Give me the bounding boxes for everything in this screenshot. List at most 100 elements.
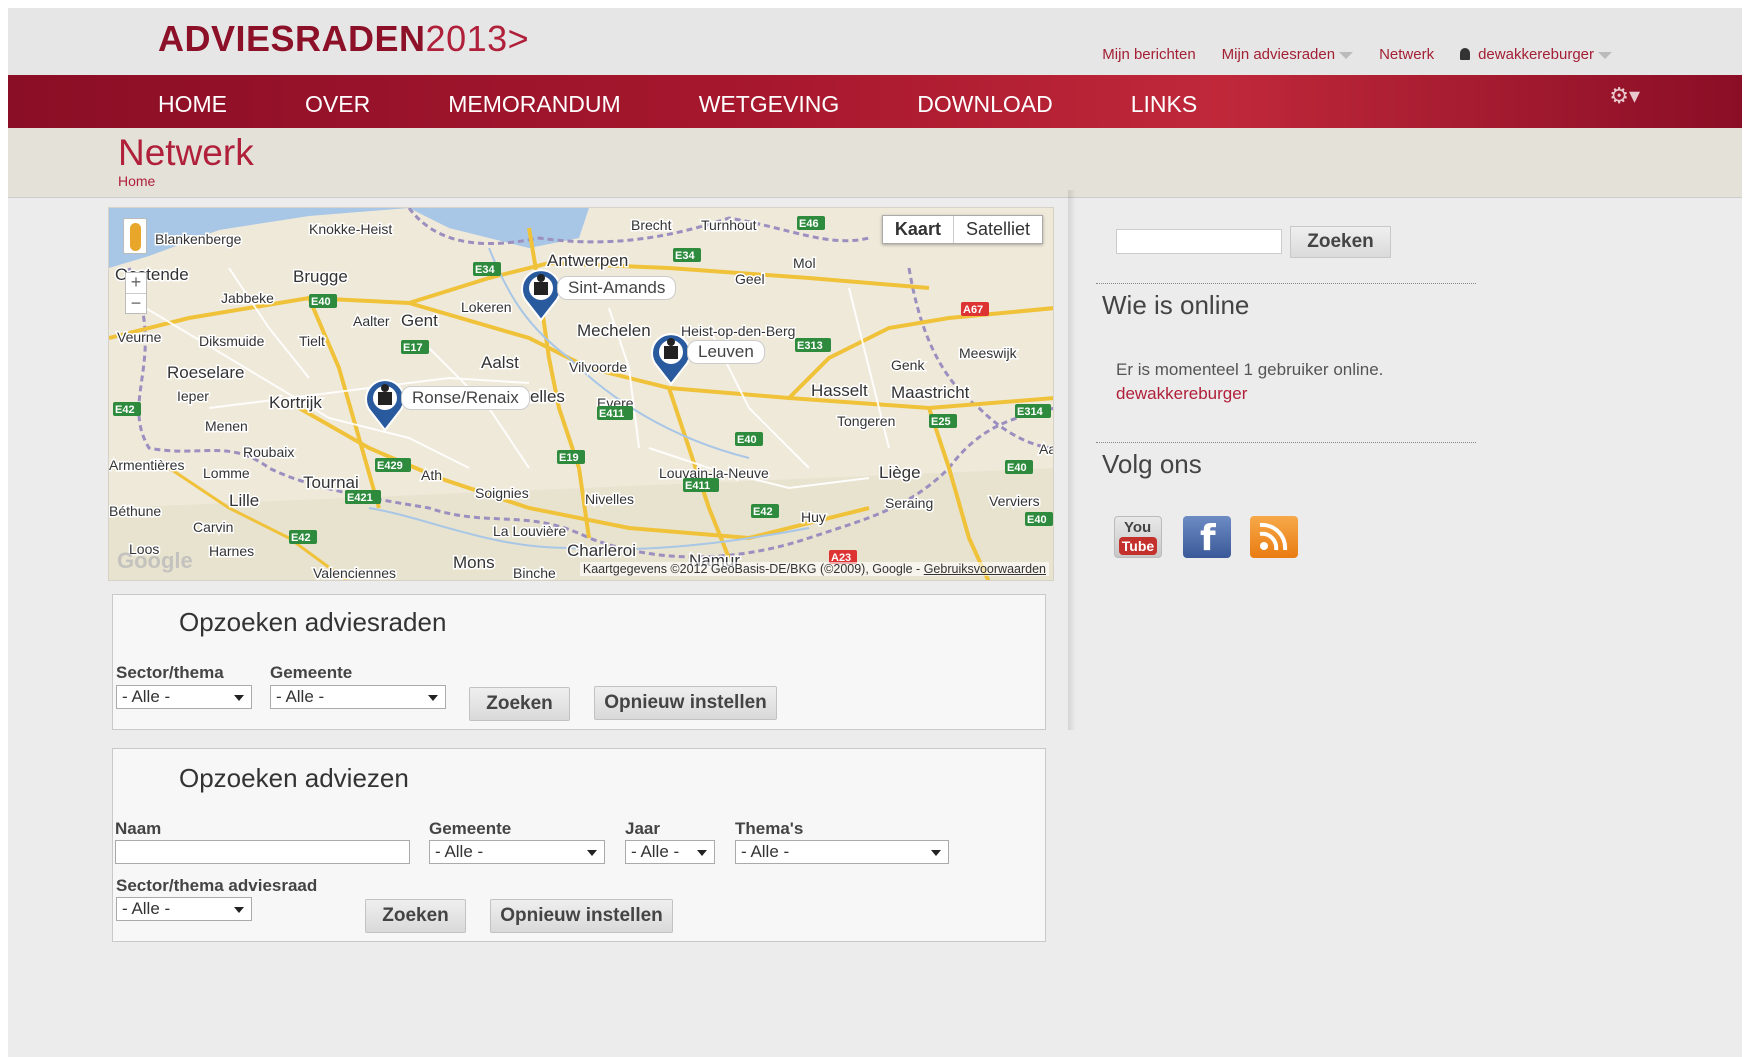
logo-main: ADVIESRADEN [158, 18, 426, 59]
pegman-icon[interactable] [123, 218, 147, 254]
map-place-label: Lille [229, 491, 259, 510]
sidebar-divider [1096, 283, 1476, 284]
site-logo[interactable]: ADVIESRADEN2013> [158, 18, 529, 60]
road-shield: E46 [797, 216, 825, 230]
map-place-label: Harnes [209, 543, 254, 559]
facebook-icon[interactable]: f [1183, 516, 1231, 559]
map-place-label: Veurne [117, 329, 162, 345]
facebook-icon-glyph: f [1200, 518, 1216, 559]
road-shield: E411 [597, 406, 633, 420]
sidebar-search-button[interactable]: Zoeken [1290, 226, 1391, 258]
map-copyright-text: Kaartgegevens ©2012 GeoBasis-DE/BKG (©20… [582, 562, 924, 576]
link-network[interactable]: Netwerk [1379, 46, 1434, 63]
sector-select[interactable]: - Alle - [116, 685, 252, 709]
road-shield: E313 [795, 338, 831, 352]
road-shield: E25 [929, 414, 957, 428]
user-menu-label: dewakkereburger [1478, 46, 1594, 63]
nav-over[interactable]: OVER [305, 91, 370, 118]
municipality-select-value: - Alle - [276, 687, 325, 706]
map-place-label: Hasselt [811, 381, 868, 400]
nav-home[interactable]: HOME [158, 91, 227, 118]
svg-text:E411: E411 [599, 408, 624, 420]
who-is-online-title: Wie is online [1102, 290, 1250, 320]
svg-text:E42: E42 [115, 404, 135, 416]
sidebar-search-input[interactable] [1116, 229, 1282, 254]
reset-councils-button[interactable]: Opnieuw instellen [594, 686, 777, 720]
map-marker-label: Leuven [687, 340, 765, 364]
svg-text:E17: E17 [403, 342, 423, 354]
svg-text:E46: E46 [799, 218, 819, 230]
sector-select-value: - Alle - [122, 687, 171, 706]
user-icon [1460, 48, 1471, 60]
map[interactable]: Blankenberge Knokke-Heist Brecht Turnhout Oo… [108, 207, 1054, 581]
reset-advice-button[interactable]: Opnieuw instellen [490, 899, 673, 933]
chevron-down-icon [1598, 51, 1612, 59]
map-place-label: Roubaix [243, 444, 294, 460]
search-advice-button[interactable]: Zoeken [365, 899, 466, 933]
link-my-councils[interactable]: Mijn adviesraden [1222, 46, 1354, 63]
map-type-kaart[interactable]: Kaart [883, 216, 954, 243]
breadcrumb[interactable]: Home [118, 173, 155, 189]
nav-wetgeving[interactable]: WETGEVING [699, 91, 840, 118]
svg-text:E25: E25 [931, 416, 951, 428]
svg-text:E40: E40 [1007, 462, 1027, 474]
gear-icon[interactable]: ⚙▾ [1609, 83, 1640, 109]
road-shield: E411 [683, 478, 719, 492]
zoom-in-button[interactable]: + [126, 273, 146, 293]
map-place-label: Vilvoorde [569, 359, 627, 375]
search-councils-button[interactable]: Zoeken [469, 687, 570, 721]
svg-text:E19: E19 [559, 452, 579, 464]
chevron-down-icon [234, 695, 244, 701]
user-links: Mijn berichten Mijn adviesraden Netwerk … [1102, 46, 1612, 63]
map-place-label: Armentières [109, 457, 184, 473]
map-pin-icon [651, 333, 691, 386]
themes-select-value: - Alle - [741, 842, 790, 861]
youtube-icon[interactable]: You Tube [1114, 516, 1162, 558]
map-place-label: Mechelen [577, 321, 651, 340]
link-my-messages[interactable]: Mijn berichten [1102, 46, 1195, 63]
name-input[interactable] [115, 840, 410, 864]
themes-select[interactable]: - Alle - [735, 840, 949, 864]
online-user-link[interactable]: dewakkereburger [1116, 384, 1247, 404]
advice-sector-value: - Alle - [122, 899, 171, 918]
map-marker-label: Ronse/Renaix [401, 386, 530, 410]
road-shield: E42 [113, 402, 141, 416]
nav-memorandum[interactable]: MEMORANDUM [448, 91, 621, 118]
road-shield: E314 [1015, 404, 1051, 418]
map-place-label: Soignies [475, 485, 529, 501]
municipality-select[interactable]: - Alle - [270, 685, 446, 709]
map-pin-icon [521, 269, 561, 322]
google-logo: Google [117, 548, 193, 573]
advice-municipality-select[interactable]: - Alle - [429, 840, 605, 864]
svg-text:E40: E40 [311, 296, 331, 308]
road-shield: E42 [751, 504, 779, 518]
rss-icon[interactable] [1250, 516, 1298, 558]
map-marker-label: Sint-Amands [557, 276, 677, 300]
map-place-label: Carvin [193, 519, 233, 535]
map-pin-icon [365, 379, 405, 432]
map-place-label: Aach [1039, 441, 1054, 457]
nav-download[interactable]: DOWNLOAD [917, 91, 1052, 118]
svg-text:E34: E34 [675, 250, 695, 262]
road-shield: E34 [473, 262, 501, 276]
map-type-satelliet[interactable]: Satelliet [954, 216, 1042, 243]
sidebar-divider [1096, 442, 1476, 443]
nav-links[interactable]: LINKS [1131, 91, 1197, 118]
year-select[interactable]: - Alle - [625, 840, 715, 864]
user-menu[interactable]: dewakkereburger [1460, 46, 1612, 63]
nav-items: HOME OVER MEMORANDUM WETGEVING DOWNLOAD … [158, 91, 1275, 118]
map-terms-link[interactable]: Gebruiksvoorwaarden [924, 562, 1046, 576]
map-place-label: Geel [735, 271, 765, 287]
road-shield: E17 [401, 340, 429, 354]
map-type-control: Kaart Satelliet [881, 215, 1043, 244]
zoom-out-button[interactable]: − [126, 293, 146, 313]
advice-sector-select[interactable]: - Alle - [116, 897, 252, 921]
road-shield: E421 [345, 490, 381, 504]
year-select-value: - Alle - [631, 842, 680, 861]
municipality-label: Gemeente [270, 663, 353, 682]
chevron-down-icon [587, 850, 597, 856]
map-place-label: Lomme [203, 465, 250, 481]
map-place-label: Gent [401, 311, 438, 330]
themes-label: Thema's [735, 819, 804, 838]
svg-text:E34: E34 [475, 264, 495, 276]
